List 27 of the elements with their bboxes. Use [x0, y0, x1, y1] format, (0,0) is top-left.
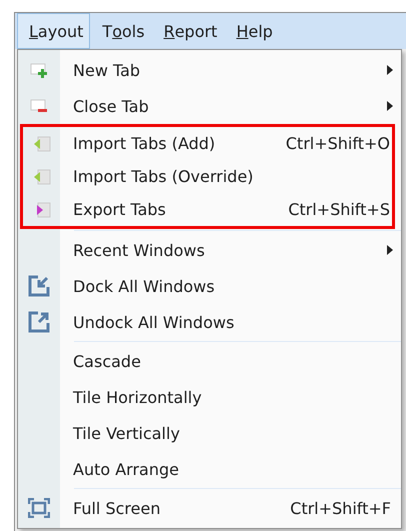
menu-bar-item[interactable]: Tools	[90, 13, 152, 49]
menu-item[interactable]: Import Tabs (Add)	[73, 134, 286, 153]
menu-bar-item[interactable]: Report	[152, 13, 224, 49]
undock-icon	[28, 311, 50, 333]
shortcut-text: Ctrl+Shift+O	[286, 134, 390, 153]
dock-icon	[28, 275, 50, 297]
new-tab-icon	[30, 61, 48, 79]
menu-bar-item[interactable]: Layout	[17, 13, 90, 49]
menu-item[interactable]: Close Tab	[73, 96, 387, 116]
close-tab-icon	[30, 97, 48, 115]
shortcut-text: Ctrl+Shift+S	[288, 200, 390, 219]
menu-bar-item[interactable]: Help	[224, 13, 280, 49]
import-icon	[32, 134, 50, 152]
menu-item[interactable]: Undock All Windows	[73, 312, 401, 332]
full-screen-icon	[28, 498, 50, 518]
menu-item[interactable]: Auto Arrange	[73, 460, 401, 478]
import-icon	[32, 168, 50, 186]
menu-item[interactable]: Tile Vertically	[73, 424, 401, 442]
menu-item[interactable]: Dock All Windows	[73, 276, 401, 296]
menu-item[interactable]: Tile Horizontally	[73, 388, 401, 406]
menu-item[interactable]: Recent Windows	[73, 240, 387, 260]
menu-item[interactable]: Cascade	[73, 352, 401, 370]
menu-item[interactable]: New Tab	[73, 60, 387, 80]
menu-item[interactable]: Export Tabs	[73, 200, 288, 219]
menu-item[interactable]: Full Screen	[73, 498, 290, 518]
menu-item[interactable]: Import Tabs (Override)	[73, 167, 392, 186]
shortcut-text: Ctrl+Shift+F	[290, 498, 391, 518]
